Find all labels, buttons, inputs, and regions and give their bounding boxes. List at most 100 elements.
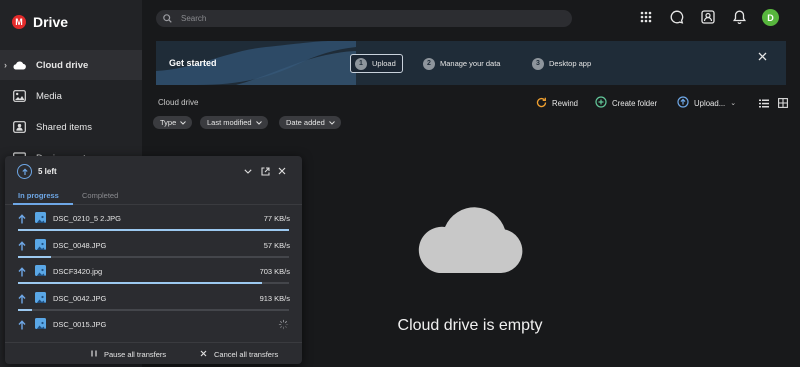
search-input[interactable] <box>181 14 541 23</box>
pause-all-button[interactable]: Pause all transfers <box>91 350 166 359</box>
transfer-speed: 77 KB/s <box>263 214 290 223</box>
step-desktop-app[interactable]: 3 Desktop app <box>532 54 591 73</box>
upload-arrow-icon <box>18 240 26 250</box>
image-file-icon <box>35 212 46 223</box>
filter-label: Date added <box>286 118 325 127</box>
upload-button[interactable]: Upload... ⌄ <box>677 96 736 110</box>
search-bar[interactable] <box>156 10 572 27</box>
upload-icon <box>677 96 689 110</box>
file-name: DSC_0015.JPG <box>53 320 107 329</box>
apps-grid-icon[interactable] <box>638 9 654 25</box>
empty-state-message: Cloud drive is empty <box>397 317 543 334</box>
close-icon[interactable] <box>755 49 769 63</box>
tab-indicator <box>13 203 73 205</box>
create-folder-button[interactable]: Create folder <box>595 96 657 110</box>
step-label: Manage your data <box>440 59 501 68</box>
transfer-footer: Pause all transfers Cancel all transfers <box>5 342 302 364</box>
transfer-speed: 913 KB/s <box>259 293 290 303</box>
upload-label: Upload... <box>694 98 726 108</box>
image-file-icon <box>35 238 46 250</box>
transfer-count: 5 left <box>38 167 57 176</box>
chevron-down-icon: ⌄ <box>730 100 737 107</box>
filter-last-modified[interactable]: Last modified <box>200 116 268 129</box>
step-label: Upload <box>372 59 396 68</box>
app-logo[interactable]: M Drive <box>12 14 68 30</box>
minimize-chevron-icon[interactable] <box>242 165 254 177</box>
progress-bar <box>18 308 289 311</box>
image-file-icon <box>35 318 46 329</box>
tab-completed[interactable]: Completed <box>82 191 118 200</box>
sidebar-item-shared-items[interactable]: Shared items <box>0 112 142 142</box>
rewind-icon <box>536 97 547 110</box>
transfer-row[interactable]: DSC_0048.JPG 57 KB/s <box>5 233 302 260</box>
transfer-row[interactable]: DSC_0210_5 2.JPG 77 KB/s <box>5 206 302 233</box>
transfer-speed: 57 KB/s <box>263 240 290 250</box>
tab-in-progress[interactable]: In progress <box>18 191 59 200</box>
breadcrumb[interactable]: Cloud drive <box>158 98 198 107</box>
sidebar-item-label: Media <box>36 90 62 102</box>
app-name: Drive <box>33 14 69 30</box>
chevron-down-icon <box>328 118 335 127</box>
image-file-icon <box>35 265 46 276</box>
transfer-header: 5 left <box>5 156 302 186</box>
expand-icon[interactable] <box>259 165 271 177</box>
list-view-icon[interactable] <box>757 96 771 110</box>
pause-all-label: Pause all transfers <box>104 350 167 359</box>
sidebar-item-label: Shared items <box>36 121 92 133</box>
cancel-all-button[interactable]: Cancel all transfers <box>200 350 278 359</box>
avatar[interactable]: D <box>762 9 779 26</box>
chevron-right-icon: › <box>4 60 7 70</box>
filter-label: Type <box>160 118 177 127</box>
step-label: Desktop app <box>549 59 592 68</box>
contacts-icon[interactable] <box>700 9 716 25</box>
progress-fill <box>18 229 289 231</box>
step-number: 2 <box>423 57 435 70</box>
bell-icon[interactable] <box>731 9 747 25</box>
transfer-manager-panel: 5 left In progress Completed DSC_0210_5 … <box>5 156 302 364</box>
transfer-row[interactable]: DSCF3420.jpg 703 KB/s <box>5 259 302 286</box>
filter-date-added[interactable]: Date added <box>279 116 341 129</box>
progress-fill <box>18 308 32 311</box>
file-name: DSCF3420.jpg <box>53 267 103 276</box>
step-number: 3 <box>532 57 544 70</box>
rewind-button[interactable]: Rewind <box>536 96 578 110</box>
search-icon <box>163 10 172 28</box>
file-name: DSC_0210_5 2.JPG <box>53 214 121 223</box>
chevron-down-icon <box>255 118 262 127</box>
empty-cloud-icon <box>418 207 523 273</box>
image-icon <box>12 89 26 103</box>
shared-icon <box>12 120 26 134</box>
transfer-row[interactable]: DSC_0015.JPG <box>5 312 302 339</box>
grid-view-icon[interactable] <box>776 96 790 110</box>
filter-type[interactable]: Type <box>153 116 193 129</box>
file-name: DSC_0048.JPG <box>53 240 107 250</box>
banner-title: Get started <box>169 58 217 68</box>
file-name: DSC_0042.JPG <box>53 293 107 303</box>
get-started-banner: Get started 1 Upload 2 Manage your data … <box>156 41 786 85</box>
plus-circle-icon <box>595 96 607 110</box>
filter-label: Last modified <box>207 118 252 127</box>
progress-bar <box>18 255 289 258</box>
upload-arrow-icon <box>18 214 26 224</box>
chat-icon[interactable] <box>669 9 685 25</box>
progress-bar <box>18 282 289 284</box>
upload-arrow-icon <box>18 267 26 277</box>
sidebar-item-media[interactable]: Media <box>0 81 142 111</box>
progress-bar <box>18 229 289 231</box>
transfer-speed: 703 KB/s <box>259 267 290 276</box>
pause-icon <box>91 350 97 359</box>
app-window: M Drive › Cloud drive Media Shared items <box>0 0 800 367</box>
close-icon[interactable] <box>276 165 288 177</box>
step-upload[interactable]: 1 Upload <box>350 54 403 73</box>
image-file-icon <box>35 291 46 303</box>
transfer-row[interactable]: DSC_0042.JPG 913 KB/s <box>5 286 302 313</box>
loading-spinner-icon <box>278 319 289 330</box>
upload-arrow-icon <box>18 320 26 330</box>
progress-fill <box>18 255 51 258</box>
upload-icon <box>17 164 32 179</box>
cloud-icon <box>12 58 26 72</box>
create-folder-label: Create folder <box>612 98 658 108</box>
sidebar-item-cloud-drive[interactable]: › Cloud drive <box>0 50 142 80</box>
upload-arrow-icon <box>18 293 26 303</box>
step-manage-your-data[interactable]: 2 Manage your data <box>423 54 500 73</box>
